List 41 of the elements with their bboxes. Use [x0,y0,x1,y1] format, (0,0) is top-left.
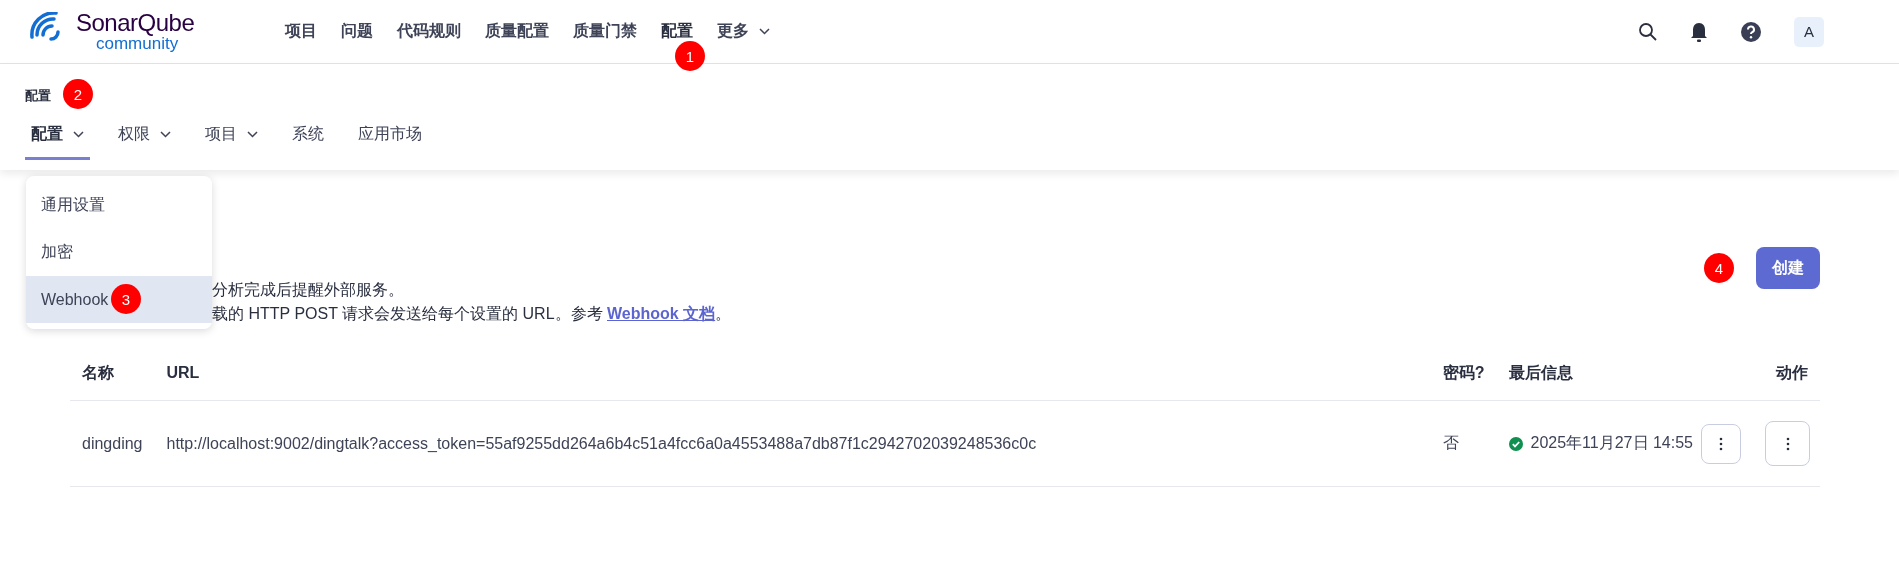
nav-link[interactable]: 更多 [717,21,770,42]
callout-badge: 1 [675,41,705,71]
callout-badge: 2 [63,79,93,109]
nav-link[interactable]: 质量配置 [485,21,549,42]
column-header: URL [154,346,1431,401]
page-title: 配置 [25,87,51,105]
column-header: 密码? [1430,346,1497,401]
description-text: 载的 HTTP POST 请求会发送给每个设置的 URL。参考 Webhook 文档。 [212,304,732,324]
search-icon [1638,21,1658,42]
help-icon [1740,20,1762,43]
tab[interactable]: 应用市场 [352,123,428,160]
menu-item[interactable]: 通用设置 [26,182,212,229]
menu-item[interactable]: 加密 [26,229,212,276]
column-header: 名称 [70,346,155,401]
kebab-icon [1785,436,1790,451]
nav-link[interactable]: 代码规则 [397,21,461,42]
kebab-icon [1719,436,1723,451]
delivery-time: 2025年11月27日 14:55 [1530,433,1693,453]
table-cell: dingding [70,400,155,487]
logo-name: SonarQube [76,11,195,35]
callout-badge: 4 [1704,253,1734,283]
logo-edition: community [96,35,179,52]
tab[interactable]: 权限 [112,123,177,160]
create-button[interactable]: 创建 [1756,247,1820,289]
column-header: 最后信息 [1496,346,1753,401]
nav-link[interactable]: 质量门禁 [573,21,637,42]
bell-icon [1690,20,1708,43]
tab[interactable]: 配置 [25,123,90,160]
description-text: 分析完成后提醒外部服务。 [212,280,405,300]
table-cell: http://localhost:9002/dingtalk?access_token=55af9255dd264a6b4c51a4fcc6a0a4553488a7db87f1c2942702039248536c0c [154,400,1431,487]
actions-button[interactable] [1765,421,1810,466]
nav-link[interactable]: 问题 [341,21,373,42]
table-cell: 否 [1430,400,1497,487]
column-header: 动作 [1753,346,1820,401]
avatar[interactable]: A [1794,16,1824,47]
tab[interactable]: 系统 [286,123,330,160]
tab[interactable]: 项目 [199,123,264,160]
nav-link[interactable]: 配置 [661,21,693,42]
nav-link[interactable]: 项目 [285,21,317,42]
docs-link[interactable]: Webhook 文档 [607,305,716,322]
more-button[interactable] [1701,423,1741,464]
